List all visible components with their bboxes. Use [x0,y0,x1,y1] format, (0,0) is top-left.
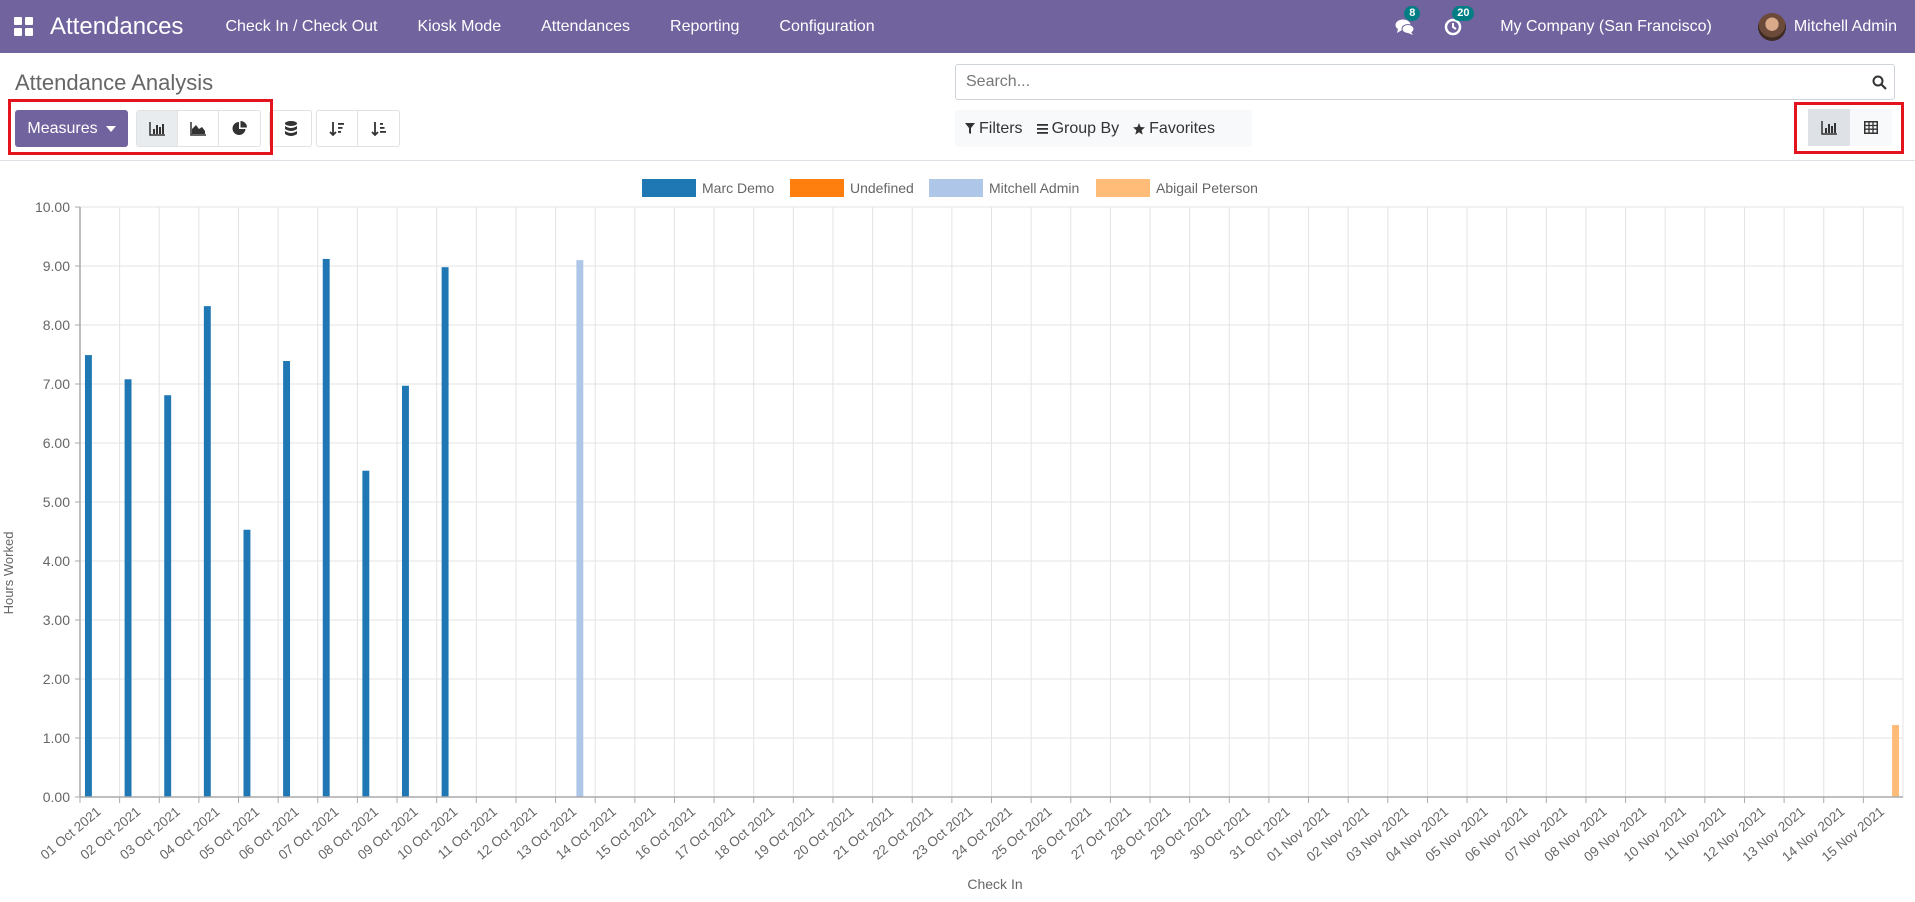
search-options-bar: Filters Group By Favorites [955,110,1252,147]
bar-marc-demo[interactable] [322,258,330,797]
x-axis-label: Check In [967,876,1022,892]
y-tick-label: 8.00 [43,317,70,333]
bar-marc-demo[interactable] [441,267,449,797]
y-tick-label: 6.00 [43,435,70,451]
legend-item[interactable]: Mitchell Admin [929,179,1079,197]
group-by-dropdown[interactable]: Group By [1036,119,1120,138]
favorites-label: Favorites [1149,119,1215,137]
measures-label: Measures [27,119,98,137]
bar-marc-demo[interactable] [203,306,211,797]
sort-amount-asc-icon [370,121,386,136]
user-menu[interactable]: Mitchell Admin [1794,18,1897,36]
bar-marc-demo[interactable] [283,360,291,797]
menu-reporting[interactable]: Reporting [650,18,759,36]
search-bar [955,64,1895,100]
bar-chart: Marc Demo Undefined Mitchell Admin Abigail … [1,179,1904,892]
legend-item[interactable]: Undefined [790,179,914,197]
sort-group [316,110,400,147]
database-icon [284,120,297,136]
line-chart-button[interactable] [178,111,219,146]
filter-icon [965,123,975,134]
pie-chart-button[interactable] [219,111,260,146]
sort-ascending-button[interactable] [358,111,399,146]
apps-menu-icon[interactable] [14,16,34,37]
graph-view: Marc Demo Undefined Mitchell Admin Abigail … [0,161,1915,897]
stacked-group [269,110,312,147]
menu-configuration[interactable]: Configuration [759,18,894,36]
messaging-button[interactable]: 8 [1394,5,1421,38]
app-title[interactable]: Attendances [50,13,183,41]
pie-chart-icon [232,121,247,135]
view-switcher [1808,109,1892,146]
menu-kiosk-mode[interactable]: Kiosk Mode [398,18,522,36]
user-avatar[interactable] [1757,12,1786,41]
y-tick-label: 2.00 [43,671,70,687]
bar-marc-demo[interactable] [402,385,409,797]
menu-check-in-check-out[interactable]: Check In / Check Out [205,18,397,36]
bar-marc-demo[interactable] [243,529,251,797]
area-chart-icon [190,121,206,136]
y-tick-label: 0.00 [43,789,70,805]
y-tick-label: 9.00 [43,258,70,274]
y-tick-label: 3.00 [43,612,70,628]
bar-mitchell-admin[interactable] [576,260,584,798]
chart-legend: Marc Demo Undefined Mitchell Admin Abigail … [642,179,1258,197]
y-tick-label: 4.00 [43,553,70,569]
legend-swatch [790,179,844,197]
chart-grid [79,206,1904,798]
page-title: Attendance Analysis [15,70,214,95]
table-icon [1864,121,1878,134]
group-by-label: Group By [1051,119,1120,137]
control-panel: Attendance Analysis Measures Search... F… [0,53,1915,161]
bar-marc-demo[interactable] [362,470,370,797]
messages-count-badge: 8 [1404,5,1421,21]
bar-marc-demo[interactable] [124,379,132,797]
measures-dropdown-button[interactable]: Measures [15,110,128,147]
y-tick-label: 1.00 [43,730,70,746]
activities-count-badge: 20 [1452,5,1475,21]
legend-swatch [929,179,983,197]
company-switcher[interactable]: My Company (San Francisco) [1500,18,1712,36]
legend-swatch [1096,179,1150,197]
legend-label: Undefined [850,180,914,196]
legend-label: Mitchell Admin [989,180,1079,196]
search-input[interactable] [964,72,1864,92]
caret-down-icon [105,125,116,132]
bar-chart-button[interactable] [137,111,178,146]
y-tick-label: 5.00 [43,494,70,510]
legend-label: Marc Demo [702,180,775,196]
chart-mode-group [136,110,261,147]
star-icon [1133,122,1146,135]
menu-attendances[interactable]: Attendances [521,18,650,36]
bar-chart-icon [1821,120,1837,135]
stacked-toggle-button[interactable] [270,111,311,146]
systray: 8 20 My Company (San Francisco) Mitchell… [1394,0,1915,53]
filters-dropdown[interactable]: Filters [965,120,1023,138]
bar-marc-demo[interactable] [164,395,172,797]
sort-descending-button[interactable] [317,111,358,146]
y-tick-label: 7.00 [43,376,70,392]
bar-chart-icon [149,121,165,136]
y-axis-label: Hours Worked [1,532,16,615]
bars-icon [1036,123,1048,134]
bar-marc-demo[interactable] [84,355,92,797]
legend-item[interactable]: Marc Demo [642,179,775,197]
y-tick-label: 10.00 [35,199,70,215]
top-navbar: Attendances Check In / Check Out Kiosk M… [0,0,1915,53]
legend-swatch [642,179,696,197]
pivot-view-button[interactable] [1850,109,1892,146]
legend-label: Abigail Peterson [1156,180,1258,196]
filters-label: Filters [979,119,1023,137]
chart-axes: 0.00 1.00 2.00 3.00 4.00 5.00 6.00 7.00 8.00 9.00… [35,199,1903,865]
legend-item[interactable]: Abigail Peterson [1096,179,1258,197]
activities-button[interactable]: 20 [1442,5,1475,38]
sort-amount-desc-icon [329,121,344,136]
bar-abigail-peterson[interactable] [1892,725,1900,797]
graph-view-button[interactable] [1808,109,1850,146]
favorites-dropdown[interactable]: Favorites [1133,120,1215,138]
search-icon[interactable] [1864,75,1894,90]
